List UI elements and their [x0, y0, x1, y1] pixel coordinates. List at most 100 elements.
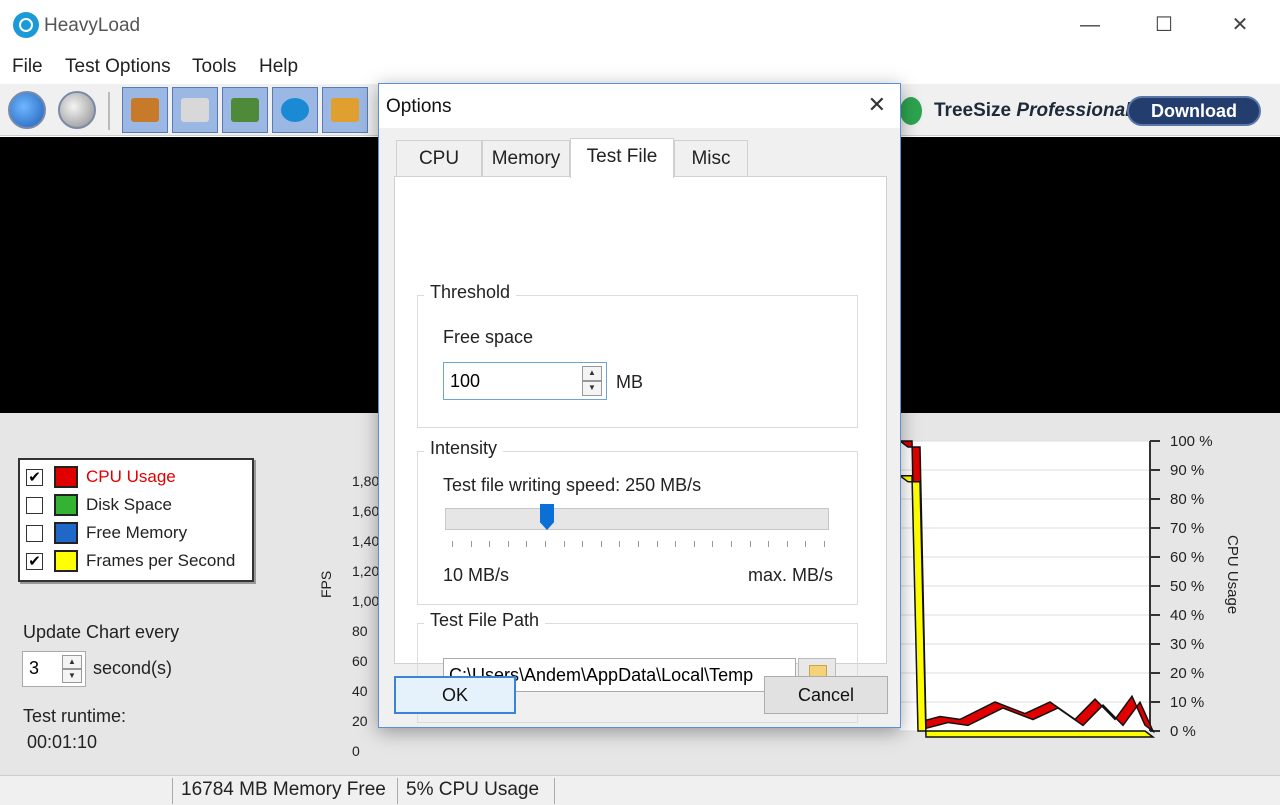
chart-legend: ✔ CPU Usage Disk Space Free Memory ✔ Fra…	[18, 458, 254, 582]
slider-tick	[600, 541, 602, 547]
update-interval-input[interactable]: 3 ▲ ▼	[22, 651, 86, 687]
slider-tick	[731, 541, 732, 547]
y2-tick-label: 60 %	[1170, 549, 1204, 566]
slider-tick	[638, 541, 639, 547]
spin-up-icon[interactable]: ▲	[582, 366, 602, 381]
slider-tick	[805, 541, 807, 547]
fps-tick-label: 20	[352, 713, 368, 729]
y2-tick-label: 10 %	[1170, 694, 1204, 711]
test-file-button[interactable]	[322, 87, 368, 133]
dialog-title-bar: Options ✕	[379, 84, 900, 128]
heavyload-logo-icon	[13, 12, 39, 38]
update-interval-value: 3	[29, 658, 40, 678]
legend-label: Disk Space	[86, 495, 172, 514]
y2-tick-label: 50 %	[1170, 578, 1204, 595]
download-button[interactable]: Download	[1127, 96, 1261, 126]
fps-tick-label: 80	[352, 623, 368, 639]
runtime-value: 00:01:10	[27, 732, 98, 752]
gpu-test-button[interactable]	[272, 87, 318, 133]
fps-tick-label: 0	[352, 743, 360, 759]
legend-label: Frames per Second	[86, 551, 236, 570]
free-space-label: Free space	[443, 327, 534, 347]
legend-swatch	[54, 522, 78, 544]
y2-tick-label: 70 %	[1170, 520, 1204, 537]
stop-button[interactable]	[58, 91, 96, 129]
tab-cpu[interactable]: CPU	[396, 140, 482, 176]
y2-tick-label: 80 %	[1170, 491, 1204, 508]
slider-tick	[582, 541, 584, 547]
cpu-usage-chart: 100 % 90 % 80 % 70 % 60 % 50 % 40 % 30 % 20 % 10 …	[900, 433, 1241, 740]
cpu-test-button[interactable]	[122, 87, 168, 133]
toolbar-separator	[108, 92, 110, 130]
intensity-groupbox: Intensity Test file writing speed: 250 M…	[417, 438, 858, 605]
legend-label: Free Memory	[86, 523, 188, 542]
menu-test-options[interactable]: Test Options	[65, 56, 171, 78]
legend-checkbox[interactable]	[26, 497, 43, 514]
legend-swatch	[54, 550, 78, 572]
dialog-title: Options	[386, 96, 452, 117]
menu-file[interactable]: File	[12, 56, 43, 78]
options-dialog: Options ✕ CPU Memory Test File Misc Thre…	[378, 83, 901, 728]
disk-test-button[interactable]	[172, 87, 218, 133]
status-divider	[397, 778, 398, 804]
fps-axis-label: FPS	[318, 570, 334, 598]
slider-tick	[693, 541, 695, 547]
slider-tick	[656, 541, 658, 547]
cancel-button[interactable]: Cancel	[764, 676, 888, 714]
update-chart-label: Update Chart every	[23, 622, 180, 642]
y2-tick-label: 90 %	[1170, 462, 1204, 479]
max-speed-label: max. MB/s	[748, 565, 834, 585]
slider-tick	[470, 541, 472, 547]
dialog-close-icon[interactable]: ✕	[868, 92, 886, 118]
tab-test-file[interactable]: Test File	[570, 138, 674, 178]
y2-tick-label: 40 %	[1170, 607, 1204, 624]
path-title: Test File Path	[424, 610, 546, 631]
slider-tick	[526, 541, 528, 547]
legend-checkbox[interactable]: ✔	[26, 469, 43, 486]
memory-test-button[interactable]	[222, 87, 268, 133]
app-title: HeavyLoad	[44, 15, 141, 36]
writing-speed-label: Test file writing speed: 250 MB/s	[443, 475, 702, 495]
free-space-input[interactable]: 100 ▲ ▼	[443, 362, 607, 400]
spin-down-icon[interactable]: ▼	[62, 669, 82, 683]
intensity-title: Intensity	[424, 438, 504, 459]
spin-up-icon[interactable]: ▲	[62, 655, 82, 669]
slider-tick	[824, 541, 825, 547]
legend-swatch	[54, 466, 78, 488]
close-icon[interactable]: ✕	[1220, 10, 1260, 40]
legend-checkbox[interactable]: ✔	[26, 553, 43, 570]
menu-help[interactable]: Help	[259, 56, 298, 78]
treesize-ad-text[interactable]: TreeSize Professional	[934, 100, 1130, 122]
legend-checkbox[interactable]	[26, 525, 43, 542]
update-interval-unit: second(s)	[93, 658, 173, 678]
y2-tick-label: 0 %	[1170, 723, 1196, 740]
slider-tick	[768, 541, 770, 547]
spin-down-icon[interactable]: ▼	[582, 381, 602, 396]
ok-button[interactable]: OK	[394, 676, 516, 714]
tab-misc[interactable]: Misc	[674, 140, 748, 176]
slider-tick	[786, 541, 788, 547]
slider-tick	[712, 541, 714, 547]
min-speed-label: 10 MB/s	[443, 565, 510, 585]
y2-tick-label: 100 %	[1170, 433, 1213, 450]
writing-speed-slider[interactable]	[445, 508, 829, 530]
threshold-groupbox: Threshold Free space 100 ▲ ▼ MB	[417, 282, 858, 428]
fps-tick-label: 40	[352, 683, 368, 699]
menu-tools[interactable]: Tools	[192, 56, 236, 78]
slider-tick	[563, 541, 565, 547]
status-divider	[554, 778, 555, 804]
y2-tick-label: 30 %	[1170, 636, 1204, 653]
free-space-unit: MB	[616, 372, 643, 392]
legend-label: CPU Usage	[86, 467, 176, 486]
runtime-label: Test runtime:	[23, 706, 127, 726]
threshold-title: Threshold	[424, 282, 517, 303]
start-button[interactable]	[8, 91, 46, 129]
slider-tick	[619, 541, 621, 547]
fps-tick-label: 1,80	[352, 473, 380, 489]
status-divider	[172, 778, 173, 804]
y2-axis-label: CPU Usage	[1224, 535, 1241, 614]
minimize-icon[interactable]: —	[1070, 10, 1110, 40]
tab-memory[interactable]: Memory	[482, 140, 570, 176]
maximize-icon[interactable]: ☐	[1144, 10, 1184, 40]
status-memory-free: 16784 MB Memory Free	[181, 779, 386, 800]
